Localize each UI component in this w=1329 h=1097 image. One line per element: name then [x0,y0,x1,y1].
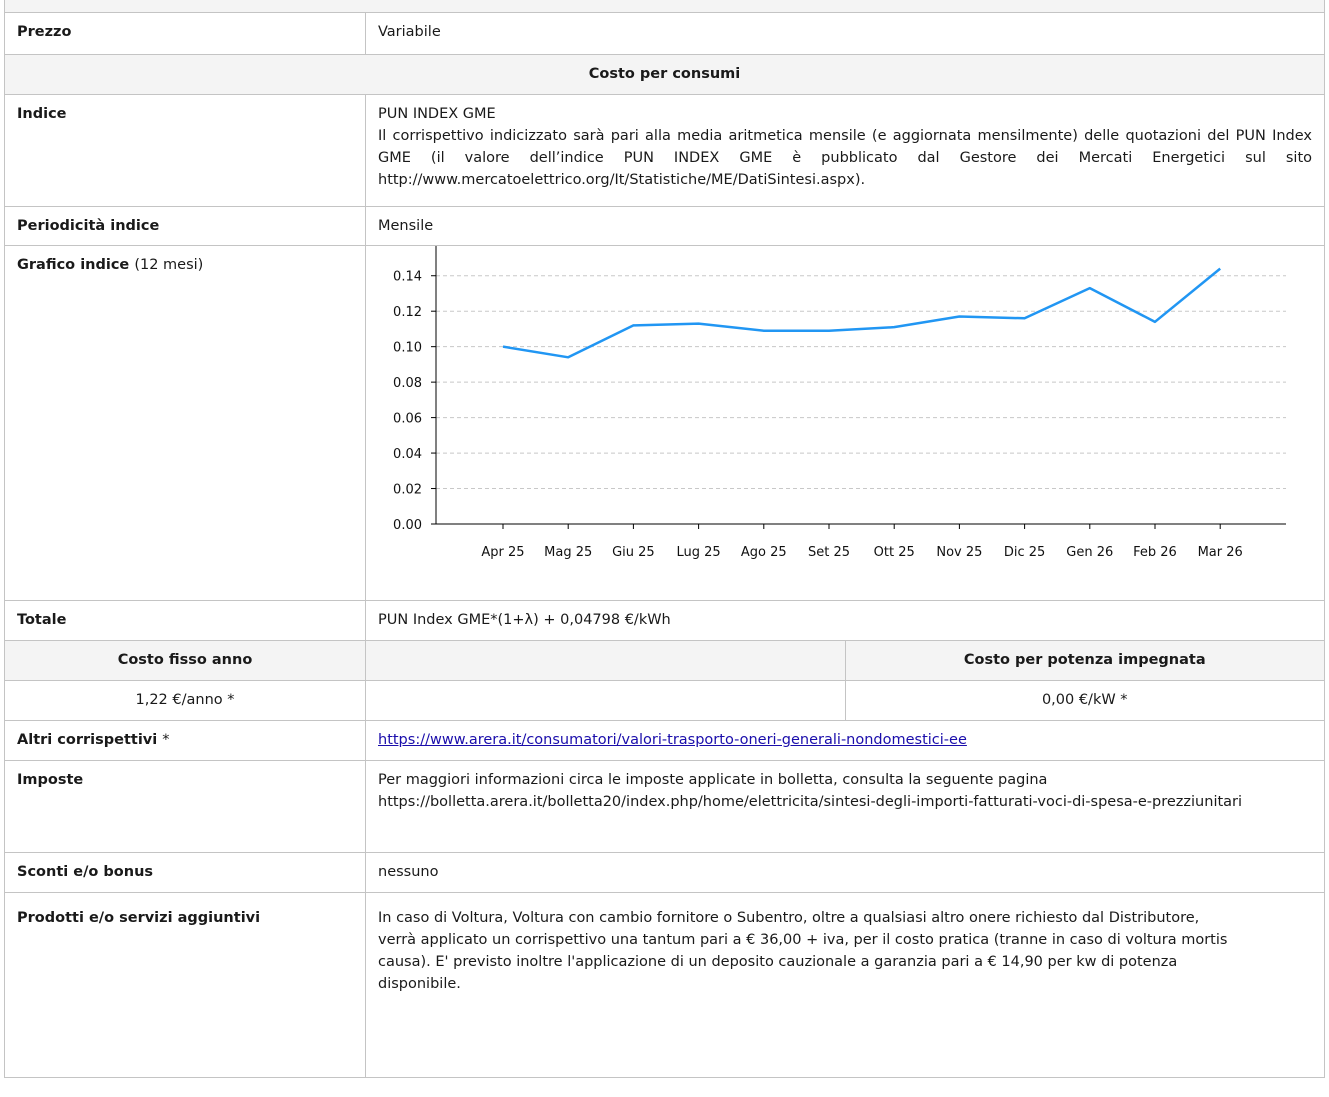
y-tick-label: 0.14 [393,270,422,285]
y-tick-label: 0.12 [393,305,422,320]
y-tick-label: 0.00 [393,518,422,533]
imposte-value: Per maggiori informazioni circa le impos… [365,760,1325,853]
x-tick-label: Mag 25 [544,545,592,560]
y-tick-label: 0.02 [393,483,422,498]
table-row: Periodicità indice Mensile [4,206,1325,246]
section-costo-consumi: Costo per consumi [4,54,1325,95]
sconti-label: Sconti e/o bonus [4,852,366,893]
arera-link[interactable]: https://www.arera.it/consumatori/valori-… [378,732,967,748]
x-tick-label: Ott 25 [874,545,915,560]
chart-cell: 0.00 0.02 0.04 0.06 0.08 0.10 0.12 0.14 Apr 25 Ma… [365,245,1325,601]
x-tick-label: Dic 25 [1004,545,1045,560]
totale-value: PUN Index GME*(1+λ) + 0,04798 €/kWh [365,600,1325,641]
offer-details: Prezzo Variabile Costo per consumi Indic… [4,0,1325,1078]
altri-label-text: Altri corrispettivi [17,732,158,748]
costo-potenza-value: 0,00 €/kW * [844,680,1325,721]
grafico-label-suffix: (12 mesi) [134,257,204,273]
series-line [502,267,1221,359]
x-tick-label: Ago 25 [741,545,787,560]
grafico-label-text: Grafico indice [17,257,130,273]
table-row: Altri corrispettivi * https://www.arera.… [4,720,1325,761]
x-tick-label: Feb 26 [1133,545,1177,560]
table-row: Prezzo Variabile [4,12,1325,55]
table-row: Imposte Per maggiori informazioni circa … [4,760,1325,853]
altri-value: https://www.arera.it/consumatori/valori-… [365,720,1325,761]
totale-label: Totale [4,600,366,641]
periodicita-value: Mensile [365,206,1325,246]
prodotti-label: Prodotti e/o servizi aggiuntivi [4,892,366,1078]
offer-table: Prezzo Variabile Costo per consumi Indic… [4,12,1325,1078]
prodotti-value: In caso di Voltura, Voltura con cambio f… [365,892,1325,1078]
y-tick-label: 0.06 [393,412,422,427]
x-tick-label: Giu 25 [612,545,655,560]
indice-value: PUN INDEX GME Il corrispettivo indicizza… [365,94,1325,207]
imposte-line2: https://bolletta.arera.it/bolletta20/ind… [378,794,1243,810]
prodotti-p2: verrà applicato un corrispettivo una tan… [378,932,1228,948]
prodotti-p4: disponibile. [378,976,461,992]
prodotti-p3: causa). E' previsto inoltre l'applicazio… [378,954,1178,970]
prodotti-p1: In caso di Voltura, Voltura con cambio f… [378,910,1200,926]
y-tick-label: 0.08 [393,376,422,391]
costo-fisso-value: 1,22 €/anno * [4,680,366,721]
table-row: Sconti e/o bonus nessuno [4,852,1325,893]
sconti-value: nessuno [365,852,1325,893]
table-top-edge [4,0,1325,12]
x-tick-label: Lug 25 [677,545,721,560]
imposte-line1: Per maggiori informazioni circa le impos… [378,772,1048,788]
y-tick-label: 0.04 [393,447,422,462]
prezzo-value: Variabile [365,12,1325,55]
x-tick-label: Mar 26 [1198,545,1243,560]
prezzo-label: Prezzo [4,12,366,55]
table-row: Costo per consumi [4,54,1325,95]
costo-fisso-header: Costo fisso anno [4,640,366,681]
pun-index-chart: 0.00 0.02 0.04 0.06 0.08 0.10 0.12 0.14 Apr 25 Ma… [393,246,1286,560]
indice-name: PUN INDEX GME [378,106,496,122]
table-row: Costo fisso anno Costo per potenza impeg… [4,640,1325,681]
table-row: 1,22 €/anno * 0,00 €/kW * [4,680,1325,721]
table-row: Prodotti e/o servizi aggiuntivi In caso … [4,892,1325,1078]
table-row: Indice PUN INDEX GME Il corrispettivo in… [4,94,1325,207]
table-row: Grafico indice (12 mesi) 0.00 0.02 0.04 0.0… [4,245,1325,601]
table-row: Totale PUN Index GME*(1+λ) + 0,04798 €/k… [4,600,1325,641]
periodicita-label: Periodicità indice [4,206,366,246]
grafico-label: Grafico indice (12 mesi) [4,245,366,601]
costo-potenza-header: Costo per potenza impegnata [844,640,1325,681]
x-tick-label: Nov 25 [936,545,982,560]
imposte-label: Imposte [4,760,366,853]
x-tick-label: Apr 25 [481,545,524,560]
altri-label-suffix: * [162,732,170,748]
indice-description: Il corrispettivo indicizzato sarà pari a… [378,128,1312,188]
altri-label: Altri corrispettivi * [4,720,366,761]
x-tick-label: Gen 26 [1066,545,1113,560]
y-tick-label: 0.10 [393,341,422,356]
x-tick-label: Set 25 [808,545,850,560]
empty-header-cell [365,640,846,681]
indice-label: Indice [4,94,366,207]
empty-value-cell [365,680,846,721]
